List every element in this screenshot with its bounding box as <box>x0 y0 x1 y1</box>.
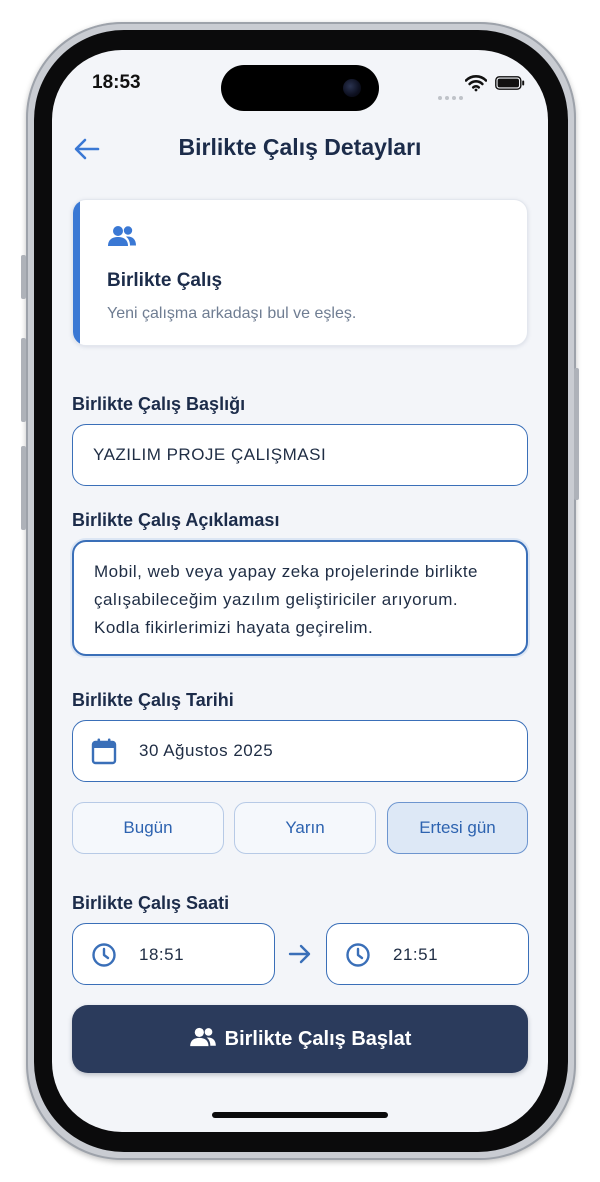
card-accent-bar <box>73 200 80 345</box>
battery-icon <box>495 76 525 90</box>
status-time: 18:53 <box>92 72 141 93</box>
card-title: Birlikte Çalış <box>107 270 223 291</box>
arrow-right-icon <box>288 944 311 964</box>
end-time-field[interactable]: 21:51 <box>326 923 529 985</box>
title-input[interactable]: YAZILIM PROJE ÇALIŞMASI <box>72 424 528 486</box>
start-session-label: Birlikte Çalış Başlat <box>224 1028 412 1050</box>
day-after-button[interactable]: Ertesi gün <box>387 802 528 854</box>
description-label: Birlikte Çalış Açıklaması <box>72 510 280 530</box>
date-label: Birlikte Çalış Tarihi <box>72 690 234 710</box>
clock-icon <box>92 943 116 967</box>
info-card: Birlikte Çalış Yeni çalışma arkadaşı bul… <box>72 199 528 346</box>
date-picker-field[interactable]: 30 Ağustos 2025 <box>72 720 528 782</box>
date-value: 30 Ağustos 2025 <box>139 741 274 760</box>
time-label: Birlikte Çalış Saati <box>72 893 230 913</box>
wifi-icon <box>465 75 487 92</box>
power-button <box>574 368 579 500</box>
description-textarea[interactable]: Mobil, web veya yapay zeka projelerinde … <box>72 540 528 656</box>
start-time-field[interactable]: 18:51 <box>72 923 275 985</box>
start-time-value: 18:51 <box>139 945 185 964</box>
clock-icon <box>346 943 370 967</box>
tomorrow-button[interactable]: Yarın <box>234 802 376 854</box>
action-button <box>21 255 26 299</box>
home-indicator[interactable] <box>212 1112 388 1118</box>
volume-up-button <box>21 338 26 422</box>
calendar-icon <box>91 738 117 765</box>
title-label: Birlikte Çalış Başlığı <box>72 394 246 414</box>
app-screen: 18:53 Birlikte Çalış Detayları Birlikte … <box>52 50 548 1132</box>
start-session-button[interactable]: Birlikte Çalış Başlat <box>72 1005 528 1073</box>
volume-down-button <box>21 446 26 530</box>
front-camera <box>343 79 361 97</box>
today-button[interactable]: Bugün <box>72 802 224 854</box>
card-subtitle: Yeni çalışma arkadaşı bul ve eşleş. <box>107 305 357 322</box>
people-icon <box>108 226 136 246</box>
signal-dots <box>438 87 466 105</box>
people-icon <box>189 1027 216 1047</box>
dynamic-island <box>221 65 379 111</box>
page-title: Birlikte Çalış Detayları <box>178 134 422 160</box>
end-time-value: 21:51 <box>393 945 439 964</box>
